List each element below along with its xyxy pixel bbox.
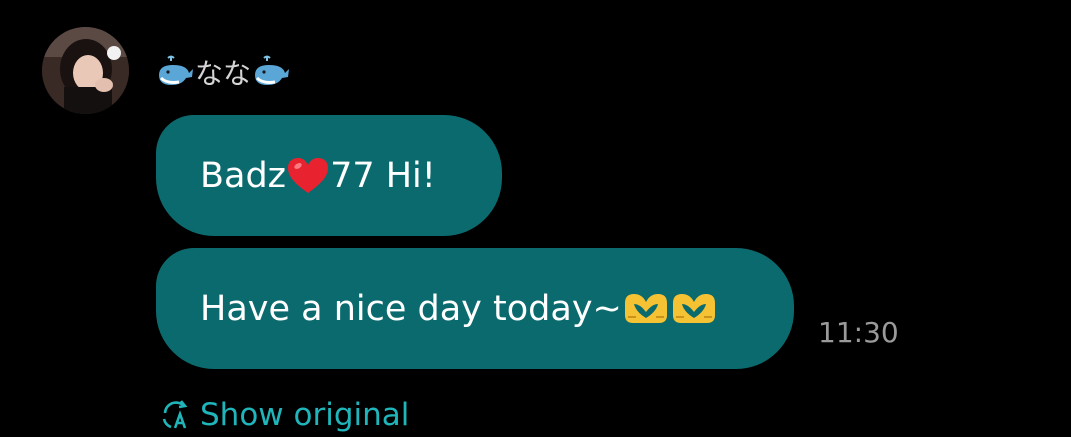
red-heart-icon	[286, 156, 330, 196]
message-text: Have a nice day today~	[200, 288, 622, 329]
sender-avatar[interactable]	[42, 27, 129, 114]
message-timestamp: 11:30	[818, 316, 899, 349]
show-original-label: Show original	[200, 397, 410, 433]
show-original-link[interactable]: Show original	[160, 394, 409, 436]
message-bubble[interactable]: Badz 77 Hi!	[156, 115, 502, 236]
avatar-photo	[42, 27, 129, 114]
sender-name: なな	[156, 52, 290, 92]
sender-name-text: なな	[195, 57, 252, 90]
message-text-suffix: 77 Hi!	[330, 155, 436, 196]
chat-screen: なな Badz 77 Hi! Have a nice day today~ 11…	[0, 0, 1071, 437]
message-bubble[interactable]: Have a nice day today~	[156, 248, 794, 369]
heart-hands-icon	[670, 289, 718, 329]
translate-icon	[160, 399, 192, 431]
whale-icon	[252, 55, 290, 89]
message-text-prefix: Badz	[200, 155, 287, 196]
whale-icon	[156, 55, 194, 89]
heart-hands-icon	[622, 289, 670, 329]
